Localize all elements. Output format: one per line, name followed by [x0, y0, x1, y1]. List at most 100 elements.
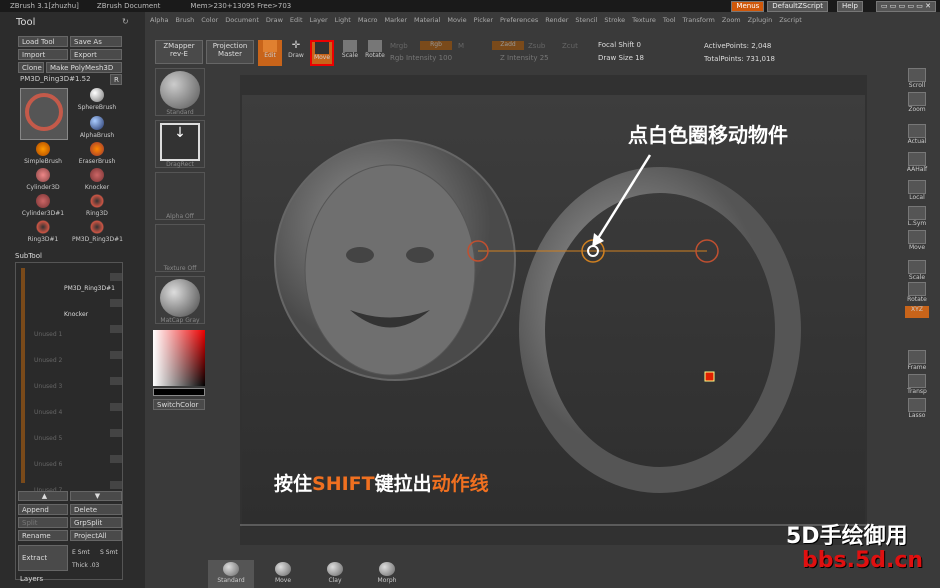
make-polymesh-button[interactable]: Make PolyMesh3D [46, 62, 122, 73]
menu-stroke[interactable]: Stroke [604, 16, 625, 24]
rename-button[interactable]: Rename [18, 530, 68, 541]
tool-item[interactable]: SimpleBrush [18, 142, 68, 165]
projectall-button[interactable]: ProjectAll [70, 530, 122, 541]
dragrect-stroke[interactable]: ↓ DragRect [155, 120, 205, 168]
menu-marker[interactable]: Marker [385, 16, 407, 24]
eye-icon[interactable] [110, 377, 122, 385]
tool-item[interactable]: Ring3D [72, 194, 122, 217]
split-button[interactable]: Split [18, 517, 68, 528]
tool-item[interactable]: Cylinder3D#1 [18, 194, 68, 217]
layers-title[interactable]: Layers [20, 575, 43, 583]
bottom-brush-move[interactable]: Move [260, 560, 306, 588]
tool-item[interactable]: SphereBrush [72, 88, 122, 111]
eye-icon[interactable] [110, 455, 122, 463]
menu-zscript[interactable]: Zscript [779, 16, 802, 24]
color-picker[interactable] [153, 330, 205, 386]
right-local-button[interactable]: Local [905, 180, 929, 208]
zsub-toggle[interactable]: Zsub [528, 42, 545, 50]
edit-button[interactable]: Edit [258, 40, 282, 66]
eye-icon[interactable] [110, 273, 122, 281]
right-actual-button[interactable]: Actual [905, 124, 929, 152]
menu-preferences[interactable]: Preferences [500, 16, 538, 24]
subtool-row[interactable]: Knocker [34, 297, 124, 321]
script-button[interactable]: DefaultZScript [767, 0, 828, 12]
menu-draw[interactable]: Draw [266, 16, 283, 24]
menu-render[interactable]: Render [545, 16, 568, 24]
menu-movie[interactable]: Movie [447, 16, 466, 24]
grpsplit-button[interactable]: GrpSplit [70, 517, 122, 528]
menu-document[interactable]: Document [225, 16, 259, 24]
arrow-up-button[interactable]: ▲ [18, 491, 68, 501]
menu-zoom[interactable]: Zoom [722, 16, 741, 24]
tool-r-button[interactable]: R [110, 74, 122, 85]
right-move-button[interactable]: Move [905, 230, 929, 258]
zadd-toggle[interactable]: Zadd [492, 41, 524, 50]
tool-item[interactable]: PM3D_Ring3D#1 [72, 220, 123, 243]
subtool-scrollbar[interactable] [21, 268, 25, 483]
e-smt-toggle[interactable]: E Smt [72, 549, 90, 556]
eye-icon[interactable] [110, 481, 122, 489]
matcap-selector[interactable]: MatCap Gray [155, 276, 205, 324]
right-aahalf-button[interactable]: AAHalf [905, 152, 929, 180]
eye-icon[interactable] [110, 351, 122, 359]
switch-color-button[interactable]: SwitchColor [153, 399, 205, 410]
secondary-color-swatch[interactable] [153, 388, 205, 396]
extract-button[interactable]: Extract [18, 545, 68, 571]
tool-item[interactable]: AlphaBrush [72, 116, 122, 139]
s-smt-toggle[interactable]: S Smt [100, 549, 118, 556]
right-zoom-button[interactable]: Zoom [905, 92, 929, 120]
tool-item[interactable]: Knocker [72, 168, 122, 191]
menu-edit[interactable]: Edit [290, 16, 303, 24]
append-button[interactable]: Append [18, 504, 68, 515]
arrow-down-button[interactable]: ▼ [70, 491, 122, 501]
menus-button[interactable]: Menus [731, 0, 765, 12]
rgb-toggle[interactable]: Rgb [420, 41, 452, 50]
menu-transform[interactable]: Transform [683, 16, 715, 24]
subtool-row[interactable]: Unused 1 [34, 323, 124, 347]
standard-brush[interactable]: Standard [155, 68, 205, 116]
current-tool-thumb[interactable] [20, 88, 68, 140]
eye-icon[interactable] [110, 403, 122, 411]
subtool-row[interactable]: Unused 6 [34, 453, 124, 477]
z-intensity-slider[interactable]: Z Intensity 25 [500, 54, 549, 62]
menu-layer[interactable]: Layer [310, 16, 328, 24]
subtool-row[interactable]: Unused 5 [34, 427, 124, 451]
focal-shift-slider[interactable]: Focal Shift 0 [598, 41, 641, 49]
menu-light[interactable]: Light [335, 16, 351, 24]
refresh-icon[interactable]: ↻ [122, 17, 129, 26]
menu-macro[interactable]: Macro [358, 16, 378, 24]
texture-selector[interactable]: Texture Off [155, 224, 205, 272]
export-button[interactable]: Export [70, 49, 122, 60]
zmapper-button[interactable]: ZMapper rev-E [155, 40, 203, 64]
subtool-row[interactable]: PM3D_Ring3D#1 [34, 271, 124, 295]
window-controls[interactable]: ▭ ▭ ▭ ▭ ▭ ✕ [875, 0, 936, 12]
menu-brush[interactable]: Brush [175, 16, 194, 24]
eye-icon[interactable] [110, 325, 122, 333]
move-button[interactable]: Move [310, 40, 334, 66]
help-button[interactable]: Help [836, 0, 863, 12]
load-tool-button[interactable]: Load Tool [18, 36, 68, 47]
clone-button[interactable]: Clone [18, 62, 44, 73]
delete-button[interactable]: Delete [70, 504, 122, 515]
save-as-button[interactable]: Save As [70, 36, 122, 47]
menu-tool[interactable]: Tool [663, 16, 676, 24]
draw-size-slider[interactable]: Draw Size 18 [598, 54, 644, 62]
bottom-brush-clay[interactable]: Clay [312, 560, 358, 588]
m-toggle[interactable]: M [458, 42, 464, 50]
right-xyz-button[interactable]: XYZ [905, 306, 929, 318]
projection-master-button[interactable]: Projection Master [206, 40, 254, 64]
zcut-toggle[interactable]: Zcut [562, 42, 578, 50]
bottom-brush-standard[interactable]: Standard [208, 560, 254, 588]
alpha-selector[interactable]: Alpha Off [155, 172, 205, 220]
thick-slider[interactable]: Thick .03 [72, 562, 99, 569]
menu-material[interactable]: Material [414, 16, 440, 24]
subtool-row[interactable]: Unused 2 [34, 349, 124, 373]
menu-texture[interactable]: Texture [632, 16, 656, 24]
tool-item[interactable]: Ring3D#1 [18, 220, 68, 243]
eye-icon[interactable] [110, 299, 122, 307]
mrgb-toggle[interactable]: Mrgb [390, 42, 408, 50]
right-lasso-button[interactable]: Lasso [905, 398, 929, 426]
bottom-brush-morph[interactable]: Morph [364, 560, 410, 588]
eye-icon[interactable] [110, 429, 122, 437]
menu-alpha[interactable]: Alpha [150, 16, 168, 24]
